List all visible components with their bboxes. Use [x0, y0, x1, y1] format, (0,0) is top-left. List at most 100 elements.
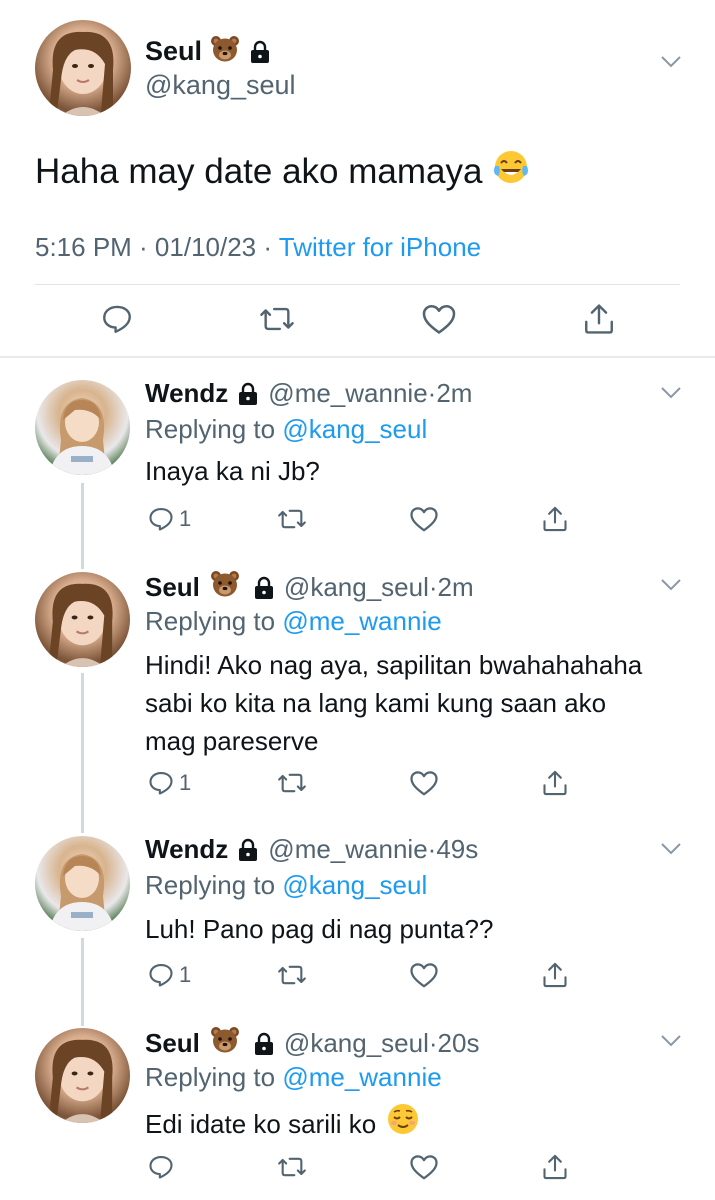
author-handle[interactable]: @kang_seul [284, 1028, 429, 1059]
replying-to-label: Replying to [145, 606, 276, 636]
share-icon[interactable] [541, 505, 569, 533]
share-icon[interactable] [541, 1153, 569, 1181]
avatar[interactable] [35, 572, 130, 667]
retweet-icon[interactable] [276, 505, 308, 533]
replying-to: Replying to @me_wannie [145, 1062, 442, 1093]
lock-icon [236, 382, 260, 406]
reply-text: Inaya ka ni Jb? [145, 452, 690, 490]
tweet-text: Haha may date ako mamaya [35, 148, 530, 195]
avatar[interactable] [35, 20, 131, 116]
retweet-icon[interactable] [276, 769, 308, 797]
like-icon[interactable] [409, 1153, 439, 1181]
lock-icon [252, 576, 276, 600]
separator-dot: · [427, 834, 437, 864]
retweet-icon[interactable] [258, 302, 296, 336]
separator-dot: · [428, 572, 438, 602]
reply-text: Hindi! Ako nag aya, sapilitan bwahahahah… [145, 646, 690, 760]
reply-button[interactable]: 1 [147, 505, 191, 533]
author-handle[interactable]: @kang_seul [145, 70, 296, 101]
author-name[interactable]: Seul [145, 1028, 200, 1059]
chevron-down-icon[interactable] [660, 842, 682, 856]
reply-icon [147, 769, 175, 797]
retweet-icon[interactable] [276, 1153, 308, 1181]
retweet-icon[interactable] [276, 961, 308, 989]
mention-link[interactable]: @me_wannie [282, 1062, 441, 1092]
like-icon[interactable] [409, 769, 439, 797]
avatar[interactable] [35, 1028, 130, 1123]
reply-header: Seul @kang_seul · 2m [145, 570, 474, 605]
author-name[interactable]: Seul [145, 572, 200, 603]
mention-link[interactable]: @kang_seul [282, 414, 427, 444]
share-icon[interactable] [541, 961, 569, 989]
reply-actions: 1 [0, 505, 715, 539]
reply-icon [147, 1153, 175, 1181]
reply-count: 1 [179, 962, 192, 987]
reply-header: Wendz @me_wannie · 2m [145, 378, 472, 409]
reply-icon[interactable] [100, 302, 134, 336]
like-icon[interactable] [409, 961, 439, 989]
divider [35, 284, 680, 285]
reply-text-line: sabi ko kita na lang kami kung saan ako [145, 688, 607, 718]
tweet-text-body: Haha may date ako mamaya [35, 151, 483, 191]
chevron-down-icon[interactable] [660, 1034, 682, 1048]
reply-time[interactable]: 2m [436, 378, 472, 409]
reply-time[interactable]: 2m [438, 572, 474, 603]
thread-line [81, 673, 84, 833]
mention-link[interactable]: @me_wannie [282, 606, 441, 636]
author-name[interactable]: Wendz [145, 834, 228, 865]
replying-to: Replying to @me_wannie [145, 606, 442, 637]
author-handle[interactable]: @me_wannie [268, 834, 427, 865]
replying-to-label: Replying to [145, 1062, 276, 1092]
author-row: Seul [145, 35, 272, 68]
bear-face-emoji [210, 1026, 240, 1061]
lock-icon [236, 838, 260, 862]
section-divider [0, 356, 715, 358]
share-icon[interactable] [582, 302, 616, 336]
reply-actions: 1 [0, 769, 715, 803]
reply-text: Edi idate ko sarili ko [145, 1102, 690, 1146]
reply-text-body: Luh! Pano pag di nag punta?? [145, 914, 494, 944]
bear-face-emoji [210, 570, 240, 605]
tweet-meta: 5:16 PM · 01/10/23 · Twitter for iPhone [35, 232, 481, 263]
author-name[interactable]: Wendz [145, 378, 228, 409]
replying-to-label: Replying to [145, 414, 276, 444]
lock-icon [248, 40, 272, 64]
reply-count: 1 [179, 770, 192, 795]
relieved-face-emoji [386, 1102, 420, 1146]
reply-time[interactable]: 20s [438, 1028, 480, 1059]
author-name[interactable]: Seul [145, 36, 202, 67]
tweet-source[interactable]: Twitter for iPhone [279, 232, 481, 262]
chevron-down-icon[interactable] [660, 578, 682, 592]
like-icon[interactable] [409, 505, 439, 533]
separator-dot: · [427, 378, 437, 408]
reply-text-line: mag pareserve [145, 726, 319, 756]
chevron-down-icon[interactable] [660, 386, 682, 400]
reply-icon [147, 505, 175, 533]
tweet-thread-page: Seul @kang_seul Haha may date ako mamaya [0, 0, 715, 1200]
mention-link[interactable]: @kang_seul [282, 870, 427, 900]
replying-to: Replying to @kang_seul [145, 870, 427, 901]
reply-text-line: Hindi! Ako nag aya, sapilitan bwahahahah… [145, 650, 643, 680]
reply-text-body: Edi idate ko sarili ko [145, 1109, 377, 1139]
reply-time[interactable]: 49s [436, 834, 478, 865]
share-icon[interactable] [541, 769, 569, 797]
reply-header: Wendz @me_wannie · 49s [145, 834, 478, 865]
avatar[interactable] [35, 380, 130, 475]
tears-of-joy-emoji [492, 148, 530, 195]
chevron-down-icon[interactable] [660, 55, 682, 69]
reply-button[interactable] [147, 1153, 179, 1181]
separator-dot: · [428, 1028, 438, 1058]
avatar[interactable] [35, 836, 130, 931]
reply-button[interactable]: 1 [147, 961, 191, 989]
reply-text-body: Inaya ka ni Jb? [145, 456, 320, 486]
tweet-actions [0, 302, 715, 342]
reply-button[interactable]: 1 [147, 769, 191, 797]
like-icon[interactable] [421, 302, 457, 336]
tweet-timestamp[interactable]: 5:16 PM · 01/10/23 · [35, 232, 272, 262]
replying-to-label: Replying to [145, 870, 276, 900]
lock-icon [252, 1032, 276, 1056]
author-handle[interactable]: @kang_seul [284, 572, 429, 603]
reply-icon [147, 961, 175, 989]
author-handle[interactable]: @me_wannie [268, 378, 427, 409]
reply-text: Luh! Pano pag di nag punta?? [145, 910, 690, 948]
